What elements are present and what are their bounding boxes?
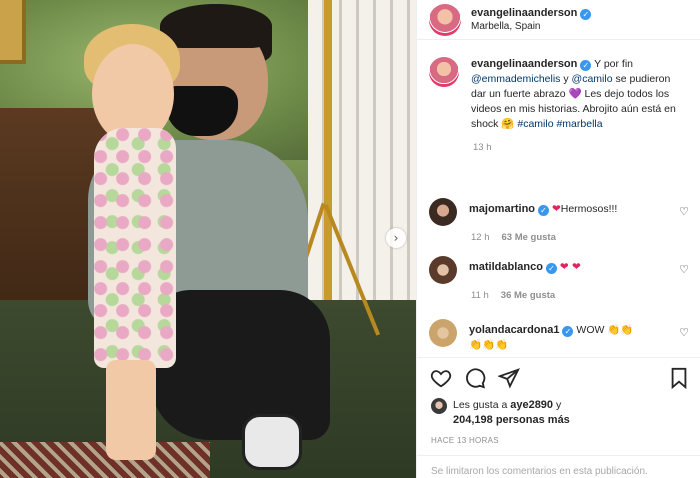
commenter-username[interactable]: yolandacardona1	[469, 324, 559, 336]
photo-man-hair-top	[160, 4, 272, 48]
comments-limited-notice: Se limitaron los comentarios en esta pub…	[417, 455, 700, 478]
comment-time[interactable]: 11 h	[471, 290, 489, 301]
post-photo: ›	[0, 0, 416, 478]
comment-text: Hermosos!!!	[560, 203, 618, 215]
comment-body: matildablanco ✓ ❤ ❤	[469, 256, 659, 284]
send-icon[interactable]	[497, 367, 521, 391]
caption-text-1: Y por fin	[594, 58, 634, 70]
clapping-hands-icon: 👏👏	[607, 324, 634, 336]
likes-count[interactable]: 204,198 personas más	[453, 414, 570, 426]
likes-text: Les gusta a aye2890 y 204,198 personas m…	[453, 398, 570, 428]
comment-like-heart-icon[interactable]: ♡	[679, 327, 689, 338]
clapping-hands-icon: 👏👏👏	[469, 339, 509, 351]
photo-man-pants	[150, 290, 330, 440]
post-actions: Les gusta a aye2890 y 204,198 personas m…	[417, 357, 700, 478]
author-username[interactable]: evangelinaanderson	[471, 7, 577, 19]
photo-sneaker	[242, 414, 302, 470]
comment-body: majomartino ✓ ❤Hermosos!!!	[469, 198, 659, 226]
caption-username[interactable]: evangelinaanderson	[471, 58, 577, 70]
photo-girl-legs	[106, 360, 156, 460]
caption-text-2: y	[563, 73, 569, 85]
likes-summary: Les gusta a aye2890 y 204,198 personas m…	[431, 398, 570, 428]
commenter-avatar[interactable]	[429, 256, 457, 284]
comment-icon[interactable]	[463, 367, 487, 391]
verified-badge-icon: ✓	[545, 263, 557, 274]
bookmark-icon[interactable]	[667, 367, 691, 391]
purple-heart-icon: 💜	[568, 88, 582, 100]
comment-meta: 12 h 63 Me gusta	[471, 232, 693, 243]
post-time-ago[interactable]: HACE 13 HORAS	[431, 436, 499, 445]
caption-mention[interactable]: @camilo	[572, 73, 613, 85]
heart-icon[interactable]	[429, 367, 453, 391]
photo-tripod	[324, 0, 332, 300]
hugging-face-icon: 🤗	[501, 118, 515, 130]
post-location[interactable]: Marbella, Spain	[471, 20, 591, 34]
comment-item: matildablanco ✓ ❤ ❤ 11 h 36 Me gusta ♡	[429, 256, 693, 301]
likes-suffix: y	[555, 399, 562, 411]
commenter-avatar[interactable]	[429, 319, 457, 347]
verified-badge-icon: ✓	[580, 60, 592, 71]
author-avatar[interactable]	[429, 3, 461, 36]
comment-row: majomartino ✓ ❤Hermosos!!!	[429, 198, 693, 226]
comments-list: evangelinaanderson ✓ Y por fin @emmademic…	[417, 57, 700, 357]
comment-time[interactable]: 12 h	[471, 232, 490, 243]
next-photo-button[interactable]: ›	[386, 228, 406, 248]
red-heart-icon: ❤ ❤	[559, 261, 581, 273]
verified-badge-icon: ✓	[562, 326, 574, 337]
post-sidebar: evangelinaanderson ✓ Marbella, Spain evan…	[416, 0, 700, 478]
commenter-username[interactable]: majomartino	[469, 203, 535, 215]
comment-item: majomartino ✓ ❤Hermosos!!! 12 h 63 Me gust…	[429, 198, 693, 243]
comment-text: WOW	[576, 324, 605, 336]
caption-hashtag[interactable]: #marbella	[556, 118, 602, 130]
commenter-avatar[interactable]	[429, 198, 457, 226]
author-username-row: evangelinaanderson ✓	[471, 6, 592, 20]
comment-row: yolandacardona1 ✓ WOW 👏👏 👏👏👏	[429, 319, 693, 353]
liker-username[interactable]: aye2890	[510, 399, 553, 411]
comment-meta: 11 h 36 Me gusta	[471, 290, 693, 301]
verified-badge-icon: ✓	[580, 8, 592, 20]
caption-hashtag[interactable]: #camilo	[517, 118, 553, 130]
red-heart-icon: ❤	[551, 203, 561, 215]
comment-like-count[interactable]: 36 Me gusta	[501, 290, 555, 301]
commenter-username[interactable]: matildablanco	[469, 261, 543, 273]
caption-time[interactable]: 13 h	[473, 142, 700, 153]
photo-girl-dress	[94, 128, 176, 368]
caption-avatar[interactable]	[429, 57, 459, 87]
photo-rug	[0, 442, 210, 478]
instagram-post: › evangelinaanderson ✓ Marbella, Spain ev…	[0, 0, 700, 478]
comment-like-heart-icon[interactable]: ♡	[679, 206, 689, 217]
caption-text: evangelinaanderson ✓ Y por fin @emmademic…	[471, 57, 681, 132]
verified-badge-icon: ✓	[538, 205, 550, 216]
comment-row: matildablanco ✓ ❤ ❤	[429, 256, 693, 284]
comment-like-count[interactable]: 63 Me gusta	[502, 232, 556, 243]
action-icons	[429, 367, 691, 391]
photo-frame	[0, 0, 26, 64]
caption: evangelinaanderson ✓ Y por fin @emmademic…	[417, 57, 700, 132]
caption-mention[interactable]: @emmademichelis	[471, 73, 560, 85]
photo-face-mask	[166, 86, 238, 136]
liker-avatar[interactable]	[431, 398, 447, 414]
comment-like-heart-icon[interactable]: ♡	[679, 264, 689, 275]
post-header: evangelinaanderson ✓ Marbella, Spain	[417, 0, 700, 40]
comment-item: yolandacardona1 ✓ WOW 👏👏 👏👏👏 ♡	[429, 319, 693, 353]
comment-body: yolandacardona1 ✓ WOW 👏👏 👏👏👏	[469, 319, 659, 353]
author-info: evangelinaanderson ✓ Marbella, Spain	[471, 6, 592, 34]
likes-prefix: Les gusta a	[453, 399, 508, 411]
